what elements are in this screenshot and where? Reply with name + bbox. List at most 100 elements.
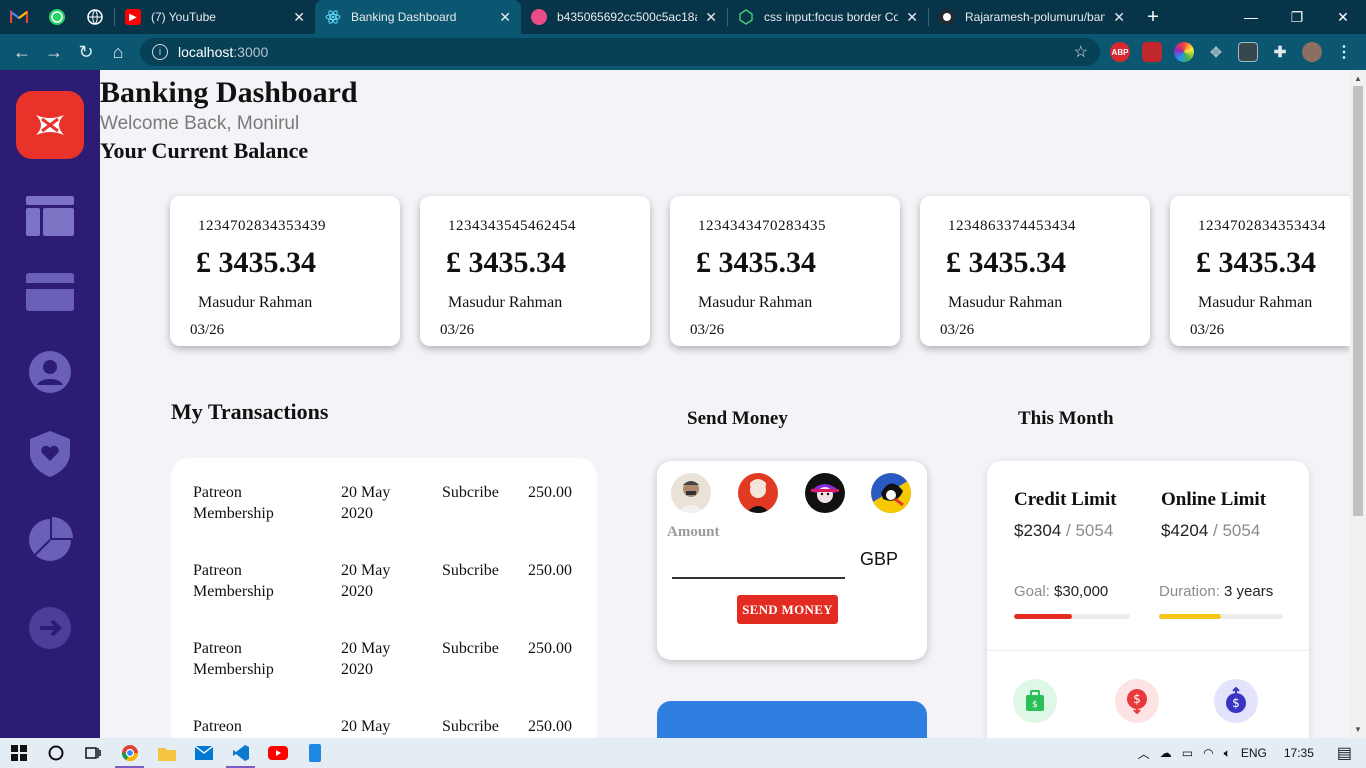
avatar[interactable]: [805, 473, 845, 513]
tab-youtube[interactable]: ▶ (7) YouTube ✕: [115, 0, 315, 34]
duration-value: 3 years: [1224, 583, 1274, 600]
battery-icon[interactable]: ▭: [1182, 746, 1193, 760]
tab-title: (7) YouTube: [151, 10, 216, 24]
tx-name: Patreon Membership: [193, 640, 274, 678]
close-tab-icon[interactable]: ✕: [906, 9, 918, 26]
adblock-icon[interactable]: ABP: [1110, 42, 1130, 62]
goal-value: $30,000: [1054, 583, 1109, 600]
menu-icon[interactable]: ⋮: [1334, 42, 1354, 62]
notification-icon[interactable]: ▤: [1337, 743, 1352, 763]
this-month-heading: This Month: [1018, 408, 1114, 429]
close-tab-icon[interactable]: ✕: [499, 9, 511, 26]
card-holder: Masudur Rahman: [448, 294, 563, 311]
table-row[interactable]: Patreon Membership 20 May 2020 Subcribe …: [193, 638, 583, 688]
mail-icon[interactable]: [185, 738, 222, 768]
minimize-icon[interactable]: —: [1228, 0, 1274, 34]
color-picker-icon[interactable]: [1174, 42, 1194, 62]
dashboard-icon[interactable]: [26, 194, 74, 238]
vscode-icon[interactable]: [222, 738, 259, 768]
close-tab-icon[interactable]: ✕: [293, 9, 305, 26]
extensions-icon[interactable]: ✚: [1270, 42, 1290, 62]
table-row[interactable]: Patreon Membership 20 May 2020 Subcribe …: [193, 716, 583, 738]
app-logo[interactable]: [16, 91, 84, 159]
devtools-icon[interactable]: [1238, 42, 1258, 62]
task-view-icon[interactable]: [74, 738, 111, 768]
volume-icon[interactable]: 🔈︎: [1224, 746, 1231, 761]
tab-banking-dashboard[interactable]: Banking Dashboard ✕: [315, 0, 521, 34]
tx-amount: 250.00: [528, 718, 572, 735]
bank-card[interactable]: 1234863374453434 £ 3435.34 Masudur Rahma…: [920, 196, 1150, 346]
divider: [987, 650, 1309, 651]
chrome-icon[interactable]: [111, 738, 148, 768]
new-tab-button[interactable]: +: [1135, 0, 1171, 34]
info-icon[interactable]: i: [152, 44, 168, 60]
reload-icon[interactable]: ↻: [70, 36, 102, 68]
language-indicator[interactable]: ENG: [1241, 746, 1267, 760]
file-explorer-icon[interactable]: [148, 738, 185, 768]
whatsapp-icon[interactable]: [38, 0, 76, 34]
table-row[interactable]: Patreon Membership 20 May 2020 Subcribe …: [193, 560, 583, 610]
youtube-icon[interactable]: [259, 738, 296, 768]
bank-card[interactable]: 1234343545462454 £ 3435.34 Masudur Rahma…: [420, 196, 650, 346]
bookmark-star-icon[interactable]: ☆: [1074, 42, 1088, 62]
address-bar[interactable]: i localhost:3000 ☆: [140, 38, 1100, 66]
send-money-heading: Send Money: [687, 408, 788, 429]
card-amount: £ 3435.34: [696, 246, 816, 279]
close-tab-icon[interactable]: ✕: [705, 9, 717, 26]
page-scrollbar[interactable]: ▲ ▼: [1350, 70, 1366, 738]
avatar[interactable]: [871, 473, 911, 513]
sidebar: [0, 70, 100, 738]
globe-icon[interactable]: [76, 0, 114, 34]
amount-input[interactable]: [672, 543, 845, 579]
search-icon[interactable]: [37, 738, 74, 768]
chevron-up-icon[interactable]: ︿: [1138, 745, 1150, 762]
bank-card[interactable]: 1234343470283435 £ 3435.34 Masudur Rahma…: [670, 196, 900, 346]
restore-icon[interactable]: ❐: [1274, 0, 1320, 34]
dollar-down-icon[interactable]: $: [1115, 679, 1159, 723]
gmail-icon[interactable]: [0, 0, 38, 34]
scroll-up-icon[interactable]: ▲: [1354, 74, 1362, 83]
card-icon[interactable]: [26, 270, 74, 314]
tx-type: Subcribe: [442, 484, 499, 501]
shield-heart-icon[interactable]: [26, 431, 74, 477]
online-used: $4204: [1161, 521, 1209, 540]
currency-label: GBP: [860, 549, 899, 569]
send-money-button[interactable]: SEND MONEY: [737, 595, 838, 624]
online-limit-value: $4204 / 5054: [1161, 521, 1261, 540]
wifi-icon[interactable]: ◠: [1203, 746, 1213, 760]
card-holder: Masudur Rahman: [1198, 294, 1313, 311]
phone-app-icon[interactable]: [296, 738, 333, 768]
clock[interactable]: 17:35: [1284, 746, 1314, 760]
close-tab-icon[interactable]: ✕: [1113, 9, 1125, 26]
user-icon[interactable]: [26, 350, 74, 394]
dollar-up-icon[interactable]: $: [1214, 679, 1258, 723]
logout-icon[interactable]: [26, 606, 74, 650]
home-icon[interactable]: ⌂: [102, 36, 134, 68]
online-limit-label: Online Limit: [1161, 489, 1267, 510]
tab-codepen[interactable]: css input:focus border Cod ✕: [728, 0, 928, 34]
tab-github[interactable]: Rajaramesh-polumuru/ban ✕: [929, 0, 1135, 34]
back-icon[interactable]: ←: [6, 36, 38, 68]
bank-card[interactable]: 1234702834353434 £ 3435.34 Masudur Rahma…: [1170, 196, 1350, 346]
table-row[interactable]: Patreon Membership 20 May 2020 Subcribe …: [193, 482, 583, 532]
pie-chart-icon[interactable]: [26, 517, 74, 562]
tab-title: css input:focus border Cod: [764, 10, 899, 24]
card-number: 1234343470283435: [698, 218, 826, 234]
windows-start-icon[interactable]: [0, 738, 37, 768]
duration-text: Duration: 3 years: [1159, 583, 1273, 600]
screenshot-icon[interactable]: [1142, 42, 1162, 62]
scrollbar-thumb[interactable]: [1353, 86, 1363, 516]
bank-card[interactable]: 1234702834353439 £ 3435.34 Masudur Rahma…: [170, 196, 400, 346]
avatar[interactable]: [738, 473, 778, 513]
card-holder: Masudur Rahman: [948, 294, 1063, 311]
scroll-down-icon[interactable]: ▼: [1354, 725, 1362, 734]
ruler-icon[interactable]: ✥: [1206, 42, 1226, 62]
tab-dribbble[interactable]: b435065692cc500c5ac18a ✕: [521, 0, 727, 34]
wallet-icon[interactable]: $: [1013, 679, 1057, 723]
onedrive-icon[interactable]: ☁: [1160, 746, 1172, 760]
close-window-icon[interactable]: ✕: [1320, 0, 1366, 34]
forward-icon[interactable]: →: [38, 36, 70, 68]
online-progress-bar: [1159, 614, 1283, 619]
profile-avatar[interactable]: [1302, 42, 1322, 62]
avatar[interactable]: [671, 473, 711, 513]
